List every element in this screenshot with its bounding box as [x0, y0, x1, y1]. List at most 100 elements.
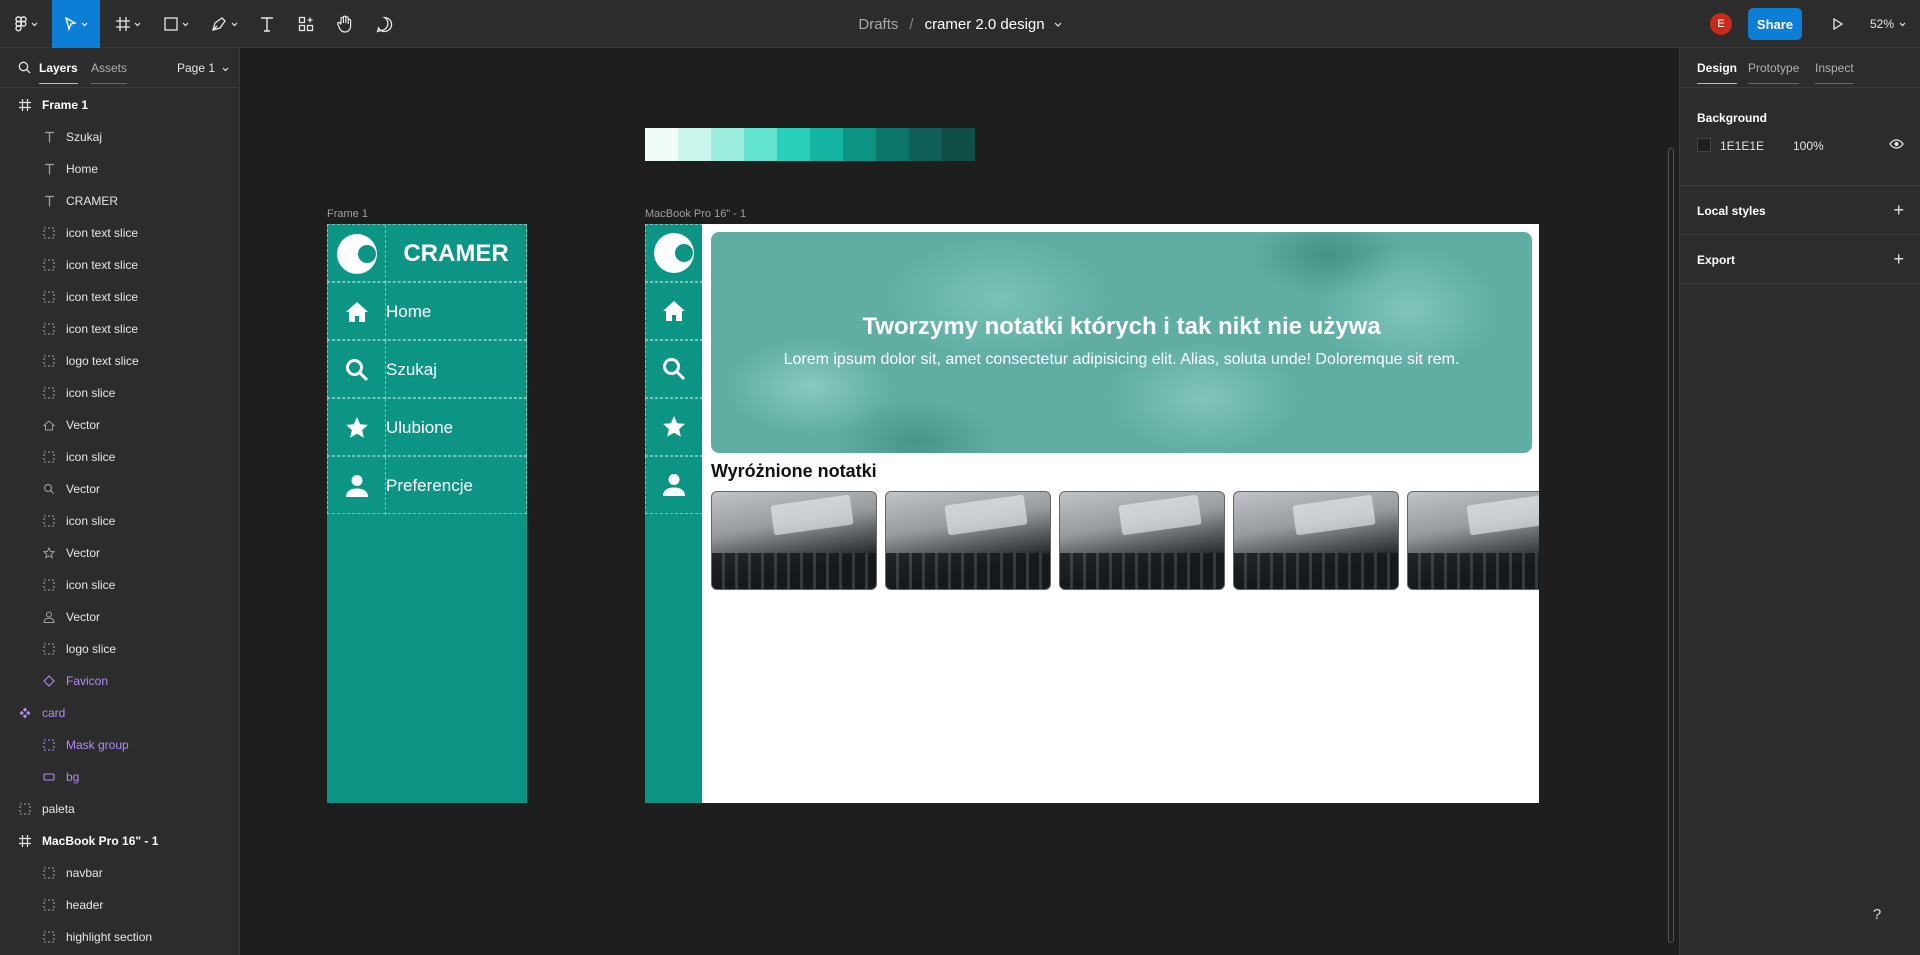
share-button[interactable]: Share	[1748, 8, 1802, 40]
frame1[interactable]: CRAMER Home Szukaj Ulubione Preferencje	[327, 224, 527, 803]
tab-prototype[interactable]: Prototype	[1748, 61, 1800, 84]
hand-tool-button[interactable]	[331, 0, 359, 48]
layer-name: logo slice	[66, 642, 117, 656]
breadcrumb: Drafts / cramer 2.0 design	[0, 0, 1920, 48]
slice-icon	[42, 578, 56, 592]
star-icon	[345, 417, 368, 438]
layer-name: paleta	[42, 802, 75, 816]
layer-name: Frame 1	[42, 98, 89, 112]
background-swatch[interactable]	[1697, 138, 1711, 152]
layer-row[interactable]: icon slice	[0, 569, 239, 601]
layer-row[interactable]: icon text slice	[0, 249, 239, 281]
layer-row[interactable]: CRAMER	[0, 185, 239, 217]
text-tool-button[interactable]	[253, 0, 281, 48]
chevron-down-icon[interactable]	[1054, 22, 1062, 27]
resources-button[interactable]	[292, 0, 320, 48]
layer-row[interactable]: Vector	[0, 537, 239, 569]
tab-inspect[interactable]: Inspect	[1815, 61, 1854, 84]
tab-design[interactable]: Design	[1697, 61, 1738, 84]
layer-row[interactable]: Vector	[0, 473, 239, 505]
macbook-frame[interactable]: Tworzymy notatki których i tak nikt nie …	[645, 224, 1539, 803]
layer-row[interactable]: Mask group	[0, 729, 239, 761]
comment-tool-button[interactable]	[370, 0, 398, 48]
tab-layers[interactable]: Layers	[39, 61, 78, 84]
icon-slice-home	[645, 282, 703, 340]
layer-row[interactable]: icon text slice	[0, 313, 239, 345]
layer-row[interactable]: highlight section	[0, 921, 239, 953]
note-card[interactable]	[1233, 491, 1399, 590]
layer-row[interactable]: icon text slice	[0, 281, 239, 313]
card-image-highlight	[1466, 494, 1539, 536]
search-icon[interactable]	[18, 61, 31, 74]
note-card[interactable]	[711, 491, 877, 590]
zoom-menu[interactable]: 52%	[1870, 0, 1906, 48]
page-selector[interactable]: Page 1	[177, 61, 229, 75]
play-icon	[1833, 18, 1843, 30]
logo-text-slice: CRAMER	[327, 224, 527, 283]
slice-icon	[42, 226, 56, 240]
layer-row[interactable]: icon slice	[0, 441, 239, 473]
layer-row[interactable]: Frame 1	[0, 89, 239, 121]
macbook-frame-label[interactable]: MacBook Pro 16" - 1	[645, 208, 746, 220]
background-opacity-input[interactable]: 100%	[1793, 139, 1824, 153]
help-button[interactable]: ?	[1861, 898, 1893, 930]
layer-row[interactable]: Szukaj	[0, 121, 239, 153]
add-export-plus-icon[interactable]: +	[1893, 250, 1904, 268]
canvas-scrollbar[interactable]	[1668, 148, 1674, 943]
card-image-calculator-keys	[1408, 553, 1539, 589]
slice-icon	[42, 258, 56, 272]
chevron-down-icon	[182, 22, 188, 26]
layer-row[interactable]: header	[0, 889, 239, 921]
chevron-down-icon	[231, 22, 237, 26]
layer-row[interactable]: card	[0, 697, 239, 729]
layer-row[interactable]: logo slice	[0, 633, 239, 665]
note-card[interactable]	[1059, 491, 1225, 590]
layer-row[interactable]: paleta	[0, 793, 239, 825]
layer-row[interactable]: icon text slice	[0, 217, 239, 249]
layer-row[interactable]: Vector	[0, 409, 239, 441]
file-name[interactable]: cramer 2.0 design	[925, 16, 1045, 33]
layer-row[interactable]: Favicon	[0, 665, 239, 697]
pen-tool-button[interactable]	[206, 0, 242, 48]
slice-icon	[42, 866, 56, 880]
note-card[interactable]	[1407, 491, 1539, 590]
frame-tool-button[interactable]	[110, 0, 146, 48]
frame1-label[interactable]: Frame 1	[327, 208, 368, 220]
layer-row[interactable]: icon slice	[0, 377, 239, 409]
nav-label-preferences: Preferencje	[386, 476, 473, 495]
palette-swatch	[876, 128, 909, 161]
page-name: Page 1	[177, 61, 216, 75]
nav-item-preferences: Preferencje	[327, 456, 527, 515]
slice-icon	[42, 738, 56, 752]
add-style-plus-icon[interactable]: +	[1893, 201, 1904, 219]
layer-row[interactable]: icon slice	[0, 505, 239, 537]
breadcrumb-drafts-link[interactable]: Drafts	[858, 16, 898, 33]
layer-row[interactable]: navbar	[0, 857, 239, 889]
card-image-calculator-keys	[1060, 553, 1224, 589]
home-icon	[345, 302, 368, 322]
layer-row[interactable]: Vector	[0, 601, 239, 633]
slice-icon	[42, 514, 56, 528]
avatar[interactable]: E	[1710, 13, 1732, 35]
move-tool-button[interactable]	[52, 0, 100, 48]
chevron-down-icon	[81, 22, 87, 26]
layer-row[interactable]: bg	[0, 761, 239, 793]
header: Tworzymy notatki których i tak nikt nie …	[711, 232, 1532, 453]
background-hex-input[interactable]: 1E1E1E	[1720, 139, 1764, 153]
tab-assets[interactable]: Assets	[91, 61, 128, 84]
frame-icon	[18, 834, 32, 848]
layer-row[interactable]: Home	[0, 153, 239, 185]
layer-row[interactable]: logo text slice	[0, 345, 239, 377]
icon-slice	[328, 457, 386, 515]
person-icon	[663, 474, 685, 496]
eye-icon[interactable]	[1889, 139, 1904, 149]
present-button[interactable]	[1826, 12, 1850, 36]
instance-icon	[42, 674, 56, 688]
shape-tool-button[interactable]	[158, 0, 194, 48]
search-icon	[345, 359, 368, 382]
note-card[interactable]	[885, 491, 1051, 590]
main-menu-button[interactable]	[8, 0, 44, 48]
layer-row[interactable]: MacBook Pro 16" - 1	[0, 825, 239, 857]
slice-icon	[42, 642, 56, 656]
color-palette[interactable]	[645, 128, 975, 161]
